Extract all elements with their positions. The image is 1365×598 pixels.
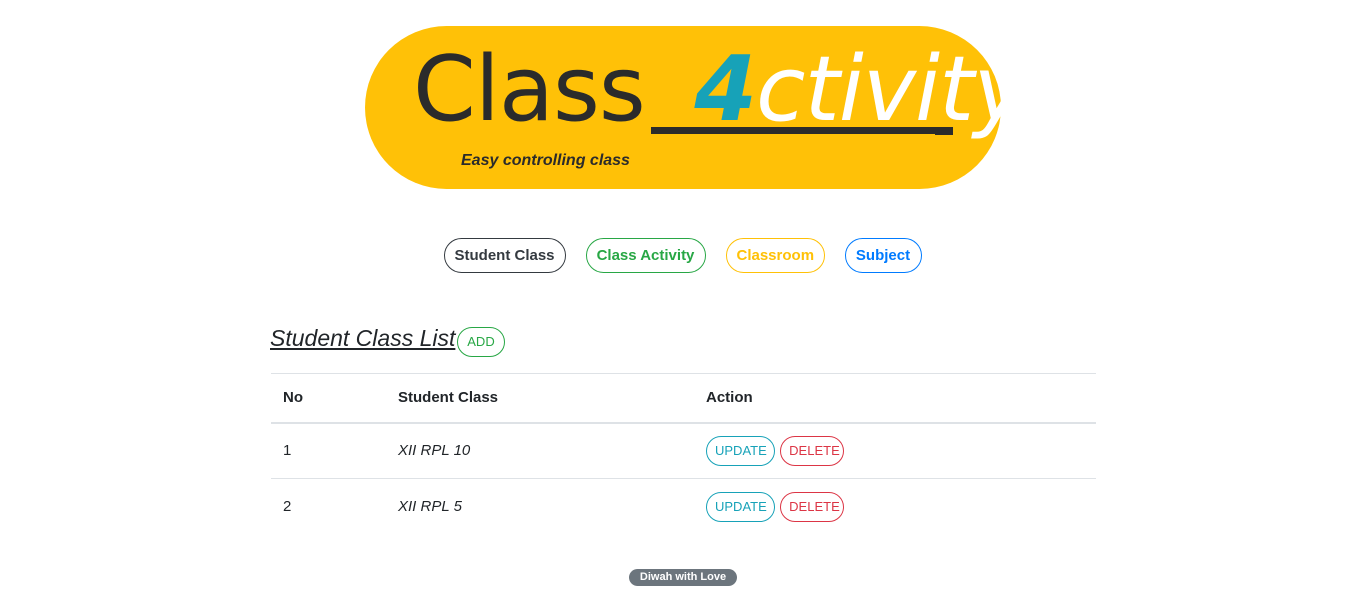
table-row: 2 XII RPL 5 UPDATE DELETE xyxy=(271,479,1096,535)
header-action: Action xyxy=(706,389,753,407)
logo: Class 4ctivity Easy controlling class xyxy=(365,26,1027,189)
cell-student-class: XII RPL 10 xyxy=(398,442,471,460)
student-class-table: No Student Class Action 1 XII RPL 10 UPD… xyxy=(271,373,1096,535)
header-student-class: Student Class xyxy=(398,389,499,407)
logo-underline-tail xyxy=(935,127,953,135)
cell-no: 2 xyxy=(283,498,292,516)
page: Class 4ctivity Easy controlling class St… xyxy=(0,0,1365,598)
nav-class-activity-button[interactable]: Class Activity xyxy=(585,238,706,273)
logo-wordmark: Class 4ctivity xyxy=(413,37,1027,142)
cell-student-class: XII RPL 5 xyxy=(398,498,462,516)
main-nav: Student Class Class Activity Classroom S… xyxy=(0,238,1365,273)
update-button[interactable]: UPDATE xyxy=(706,435,775,466)
logo-underline xyxy=(651,127,953,134)
table-header-row: No Student Class Action xyxy=(271,373,1096,423)
add-button[interactable]: ADD xyxy=(457,327,505,357)
update-button[interactable]: UPDATE xyxy=(706,491,775,522)
header-no: No xyxy=(283,389,303,407)
table-row: 1 XII RPL 10 UPDATE DELETE xyxy=(271,423,1096,479)
footer-badge: Diwah with Love xyxy=(629,569,737,586)
logo-tagline: Easy controlling class xyxy=(461,152,630,169)
delete-button[interactable]: DELETE xyxy=(780,435,845,466)
cell-no: 1 xyxy=(283,442,292,460)
delete-button[interactable]: DELETE xyxy=(780,491,845,522)
nav-subject-button[interactable]: Subject xyxy=(844,238,922,273)
cell-actions: UPDATE DELETE xyxy=(694,479,1096,535)
section-title: Student Class List xyxy=(270,325,456,351)
logo-word-class: Class xyxy=(413,37,673,142)
nav-student-class-button[interactable]: Student Class xyxy=(443,238,566,273)
nav-classroom-button[interactable]: Classroom xyxy=(725,238,825,273)
cell-actions: UPDATE DELETE xyxy=(694,423,1096,479)
